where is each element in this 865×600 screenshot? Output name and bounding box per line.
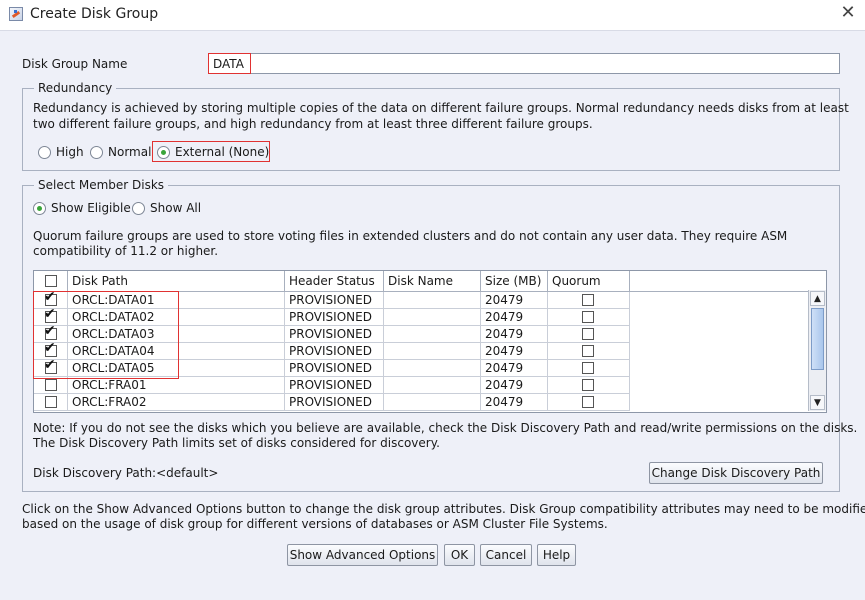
quorum-cell [548, 394, 630, 411]
row-checkbox[interactable] [45, 379, 57, 391]
disk-group-name-input[interactable]: DATA [208, 53, 840, 74]
radio-show-all-label[interactable]: Show All [150, 201, 201, 215]
header-disk-path[interactable]: Disk Path [68, 271, 285, 292]
cell-size: 20479 [481, 292, 548, 309]
window-title: Create Disk Group [30, 6, 159, 22]
change-discovery-path-button[interactable]: Change Disk Discovery Path [649, 462, 823, 484]
cell-name [384, 377, 481, 394]
quorum-checkbox[interactable] [582, 294, 594, 306]
quorum-cell [548, 343, 630, 360]
discovery-note-line1: Note: If you do not see the disks which … [33, 421, 858, 435]
header-disk-name[interactable]: Disk Name [384, 271, 481, 292]
member-disks-legend: Select Member Disks [34, 178, 169, 192]
row-checkbox[interactable] [45, 396, 57, 408]
radio-normal-label[interactable]: Normal [108, 145, 151, 159]
scroll-up-arrow-icon[interactable]: ▲ [810, 291, 825, 306]
header-select-all[interactable] [34, 271, 68, 292]
redundancy-description-line2: two different failure groups, and high r… [33, 117, 593, 131]
title-bar: Create Disk Group ✕ [0, 0, 865, 31]
highlight-external-option [152, 141, 270, 162]
cell-size: 20479 [481, 360, 548, 377]
cell-name [384, 343, 481, 360]
discovery-path-text: Disk Discovery Path:<default> [33, 466, 219, 480]
cell-name [384, 292, 481, 309]
close-icon[interactable]: ✕ [838, 3, 858, 23]
row-filler [630, 326, 808, 343]
cell-status: PROVISIONED [285, 360, 384, 377]
discovery-note-line2: The Disk Discovery Path limits set of di… [33, 436, 440, 450]
radio-normal[interactable] [90, 146, 103, 159]
help-button[interactable]: Help [537, 544, 576, 566]
row-filler [630, 292, 808, 309]
header-filler [630, 271, 826, 292]
show-advanced-options-button[interactable]: Show Advanced Options [287, 544, 438, 566]
radio-show-eligible-label[interactable]: Show Eligible [51, 201, 131, 215]
cell-status: PROVISIONED [285, 326, 384, 343]
quorum-checkbox[interactable] [582, 379, 594, 391]
cancel-button[interactable]: Cancel [480, 544, 532, 566]
advanced-note-line2: based on the usage of disk group for dif… [22, 517, 608, 531]
cell-status: PROVISIONED [285, 343, 384, 360]
cell-name [384, 360, 481, 377]
cell-size: 20479 [481, 394, 548, 411]
advanced-note-line1: Click on the Show Advanced Options butto… [22, 502, 865, 516]
cell-size: 20479 [481, 309, 548, 326]
cell-status: PROVISIONED [285, 394, 384, 411]
quorum-cell [548, 360, 630, 377]
quorum-checkbox[interactable] [582, 328, 594, 340]
row-filler [630, 394, 808, 411]
scroll-down-arrow-icon[interactable]: ▼ [810, 395, 825, 410]
quorum-cell [548, 309, 630, 326]
ok-button[interactable]: OK [444, 544, 475, 566]
row-filler [630, 360, 808, 377]
cell-size: 20479 [481, 377, 548, 394]
header-quorum[interactable]: Quorum [548, 271, 630, 292]
quorum-checkbox[interactable] [582, 345, 594, 357]
quorum-checkbox[interactable] [582, 362, 594, 374]
quorum-note-line2: compatibility of 11.2 or higher. [33, 244, 219, 258]
row-filler [630, 343, 808, 360]
app-icon [9, 7, 23, 21]
radio-show-eligible[interactable] [33, 202, 46, 215]
cell-size: 20479 [481, 343, 548, 360]
cell-name [384, 309, 481, 326]
select-all-checkbox[interactable] [45, 275, 57, 287]
cell-name [384, 326, 481, 343]
row-filler [630, 309, 808, 326]
cell-path: ORCL:FRA01 [68, 377, 285, 394]
highlight-disk-group-name [208, 53, 251, 74]
radio-high-label[interactable]: High [56, 145, 84, 159]
quorum-checkbox[interactable] [582, 396, 594, 408]
redundancy-legend: Redundancy [34, 81, 117, 95]
quorum-checkbox[interactable] [582, 311, 594, 323]
cell-status: PROVISIONED [285, 292, 384, 309]
row-select-cell [34, 394, 68, 411]
quorum-note-line1: Quorum failure groups are used to store … [33, 229, 788, 243]
highlight-data-disks [33, 291, 179, 379]
row-select-cell [34, 377, 68, 394]
cell-status: PROVISIONED [285, 309, 384, 326]
table-scrollbar[interactable]: ▲ ▼ [808, 290, 826, 411]
quorum-cell [548, 326, 630, 343]
quorum-cell [548, 377, 630, 394]
radio-show-all[interactable] [132, 202, 145, 215]
cell-name [384, 394, 481, 411]
cell-path: ORCL:FRA02 [68, 394, 285, 411]
row-filler [630, 377, 808, 394]
radio-high[interactable] [38, 146, 51, 159]
disk-group-name-label: Disk Group Name [22, 57, 128, 71]
cell-status: PROVISIONED [285, 377, 384, 394]
cell-size: 20479 [481, 326, 548, 343]
quorum-cell [548, 292, 630, 309]
scroll-thumb[interactable] [811, 308, 824, 370]
header-size[interactable]: Size (MB) [481, 271, 548, 292]
header-header-status[interactable]: Header Status [285, 271, 384, 292]
redundancy-description-line1: Redundancy is achieved by storing multip… [33, 101, 849, 115]
